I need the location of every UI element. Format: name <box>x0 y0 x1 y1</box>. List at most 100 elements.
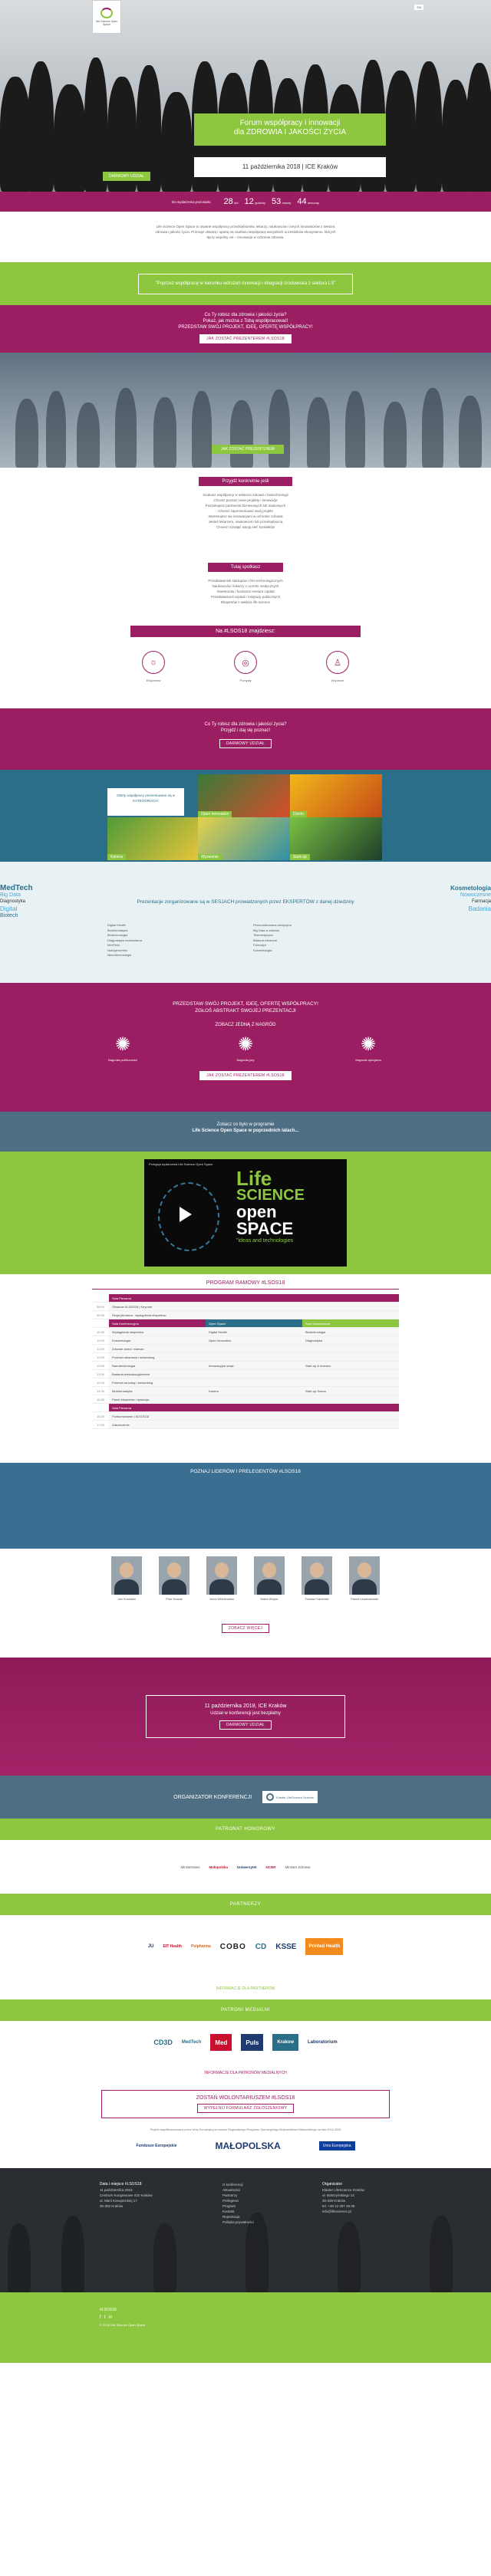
sessions-title: Prezentacje zorganizowane są w SESJACH p… <box>137 899 354 905</box>
agenda-time: 13:00 <box>96 1363 104 1368</box>
footer-link[interactable]: Polityka prywatności <box>222 2220 254 2225</box>
honorary-logo[interactable]: Uniwersytet <box>237 1858 257 1875</box>
tile-dzielo[interactable]: Dzieło <box>290 774 382 817</box>
honorary-logo[interactable]: Małopolska <box>209 1858 228 1875</box>
agenda-cell: Wystąpienia ekspertów <box>109 1328 206 1336</box>
agenda-time: 13:30 <box>96 1372 104 1376</box>
tile-label: Dzieło <box>290 811 307 817</box>
video-section: Przegląd wydarzenia Life Science Open Sp… <box>0 1152 491 1274</box>
call2-section: Co Ty robisz dla zdrowia i jakości życia… <box>0 708 491 770</box>
speaker-name: Maria Wójcik <box>260 1597 278 1601</box>
language-switch[interactable]: EN <box>414 5 423 10</box>
media-logo[interactable]: Krakow <box>272 2034 298 2051</box>
event-button[interactable]: DARMOWY UDZIAŁ <box>219 1720 272 1730</box>
call2-button[interactable]: DARMOWY UDZIAŁ <box>219 739 272 748</box>
copyright: © 2018 Life Science Open Space <box>100 2323 146 2327</box>
partners-info-link[interactable]: INFORMACJE DLA PARTNERÓW <box>216 1986 275 1991</box>
partner-logo[interactable]: EIT Health <box>163 1938 182 1955</box>
list-item: Neurotechnologie <box>107 953 132 957</box>
honorary-logos: Ministerstwo Małopolska Uniwersytet NCBR… <box>0 1840 491 1894</box>
honorary-logo[interactable]: Ministerstwo <box>180 1858 199 1875</box>
agenda-row: Sala Plenarna <box>92 1404 399 1412</box>
social-icons: f t in <box>100 2315 391 2320</box>
video-poster-text: Life SCIENCE open SPACE "ideas and techn… <box>236 1167 305 1244</box>
video-player[interactable]: Przegląd wydarzenia Life Science Open Sp… <box>144 1159 347 1267</box>
hero: Life Science Open Space EN Forum współpr… <box>0 0 491 192</box>
agenda-cell <box>302 1370 399 1378</box>
present-button[interactable]: JAK ZOSTAĆ PREZENTEREM #LSOS18 <box>199 1071 292 1080</box>
media-info-link[interactable]: INFORMACJE DLA PATRONÓW MEDIALNYCH <box>204 2071 287 2075</box>
twitter-icon[interactable]: t <box>104 2315 106 2320</box>
site-logo[interactable]: Life Science Open Space <box>92 0 121 34</box>
footer-link[interactable]: Partnerzy <box>222 2193 254 2198</box>
media-logo[interactable]: MedTech <box>182 2034 202 2051</box>
honorary-logo[interactable]: Minister Zdrowia <box>285 1858 311 1875</box>
footer-link[interactable]: O konferencji <box>222 2182 254 2187</box>
prize: ✺ Nagroda jury <box>215 1035 276 1063</box>
media-logo[interactable]: CD3D <box>153 2034 173 2051</box>
media-logo[interactable]: Puls <box>241 2034 264 2051</box>
hero-cta-button[interactable]: DARMOWY UDZIAŁ <box>103 172 150 181</box>
partner-logo[interactable]: Polpharma <box>191 1938 211 1955</box>
agenda-cell: Open Space <box>206 1319 302 1327</box>
speaker-card[interactable]: Maria Wójcik <box>252 1556 287 1601</box>
agenda-time: 09:30 <box>96 1313 104 1317</box>
speaker-card[interactable]: Jan Kowalski <box>109 1556 144 1601</box>
footer-link[interactable]: Kontakt <box>222 2209 254 2214</box>
facebook-icon[interactable]: f <box>100 2315 101 2320</box>
agenda-time: 09:00 <box>96 1304 104 1309</box>
partner-logo[interactable]: JU <box>148 1938 154 1955</box>
agenda-row: 17:00 Zakończenie <box>92 1421 399 1429</box>
honorary-logo[interactable]: NCBR <box>266 1858 276 1875</box>
crowd-banner-button[interactable]: JAK ZOSTAĆ PREZENTEREM <box>212 445 284 454</box>
speaker-card[interactable]: Anna Wiśniewska <box>204 1556 239 1601</box>
call-presenter-button[interactable]: JAK ZOSTAĆ PREZENTEREM #LSOS18 <box>199 334 292 343</box>
linkedin-icon[interactable]: in <box>108 2315 112 2320</box>
volunteer-button[interactable]: WYPEŁNIJ FORMULARZ ZGŁOSZENIOWY <box>196 2103 295 2113</box>
intro-section: Life Science Open Space to otwarte współ… <box>0 212 491 262</box>
speaker-card[interactable]: Paweł Lewandowski <box>347 1556 382 1601</box>
agenda-time: 16:30 <box>96 1414 104 1418</box>
partner-logo[interactable]: COBO <box>220 1938 246 1955</box>
tile-startup[interactable]: Start-up <box>290 817 382 860</box>
hashtag-section: Na #LSOS18 znajdziesz: ☼ Ekspertów ◎ Pom… <box>0 626 491 708</box>
speaker-photo <box>302 1556 332 1595</box>
tile-open-innovation[interactable]: Open innovation <box>198 774 290 817</box>
play-icon[interactable] <box>180 1207 192 1222</box>
agenda-cell: Sala Plenarna <box>109 1294 399 1302</box>
agenda-cell <box>206 1345 302 1352</box>
agenda-cell <box>302 1345 399 1352</box>
speakers-more-button[interactable]: ZOBACZ WIĘCEJ <box>221 1624 270 1633</box>
feature-label: Wsparcie <box>331 678 344 682</box>
speaker-name: Anna Wiśniewska <box>209 1597 234 1601</box>
support-feature: ♙ Wsparcie <box>326 651 349 682</box>
speaker-card[interactable]: Tomasz Kamiński <box>299 1556 334 1601</box>
agenda-row: 12:00 Przerwa obiadowa i networking <box>92 1353 399 1362</box>
volunteer-section: ZOSTAŃ WOLONTARIUSZEM #LSOS18 WYPEŁNIJ F… <box>0 2082 491 2125</box>
agenda-row: 09:00 Otwarcie #LSOS18 | Keynote <box>92 1303 399 1311</box>
speaker-name: Piotr Nowak <box>166 1597 183 1601</box>
footer-link[interactable]: Program <box>222 2203 254 2209</box>
media-logo[interactable]: Med <box>210 2034 232 2051</box>
media-logo[interactable]: Laboratorium <box>308 2034 338 2051</box>
call2-line1: Co Ty robisz dla zdrowia i jakości życia… <box>204 722 287 727</box>
benefits-list: Przedstawicieli startupów i firm technol… <box>0 578 491 605</box>
prizes-row: ✺ Nagroda publiczności ✺ Nagroda jury ✺ … <box>0 1035 491 1063</box>
media-info: INFORMACJE DLA PATRONÓW MEDIALNYCH <box>0 2064 491 2082</box>
footer-link[interactable]: Rejestracja <box>222 2214 254 2220</box>
video-line1: Zobacz co było w programie <box>216 1122 275 1127</box>
partner-logo[interactable]: Printed Health <box>305 1938 344 1955</box>
tile-kariera[interactable]: Kariera <box>107 817 198 860</box>
organizer-title: ORGANIZATOR KONFERENCJI <box>173 1794 252 1800</box>
speakers-title: POZNAJ LIDERÓW I PRELEGENTÓW #LSOS18 <box>190 1469 301 1474</box>
footer-link[interactable]: Aktualności <box>222 2187 254 2193</box>
footer-link[interactable]: Prelegenci <box>222 2198 254 2203</box>
agenda-cell: Sala Plenarna <box>109 1404 399 1411</box>
organizer-logo[interactable]: Klaster LifeScience Kraków <box>262 1791 318 1803</box>
partner-logo[interactable]: CD <box>255 1938 266 1955</box>
partner-logo[interactable]: KSSE <box>275 1938 296 1955</box>
speaker-card[interactable]: Piotr Nowak <box>157 1556 192 1601</box>
tile-wyzwanie[interactable]: Wyzwanie <box>198 817 290 860</box>
eu-flag-logo: Unia Europejska <box>318 2141 355 2150</box>
agenda-cell: Digital Health <box>206 1328 302 1336</box>
